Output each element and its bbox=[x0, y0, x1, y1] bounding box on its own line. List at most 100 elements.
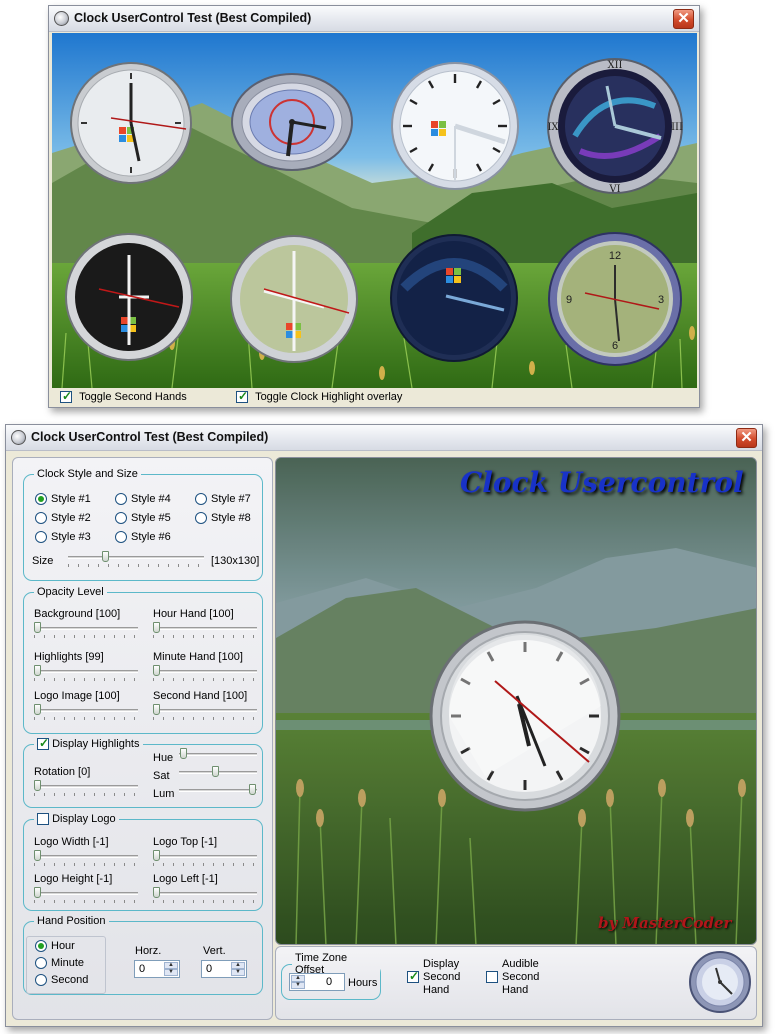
background-opacity-slider[interactable] bbox=[34, 622, 138, 638]
style-option-1[interactable]: Style #1 bbox=[35, 493, 91, 506]
hand-option-label: Minute bbox=[51, 957, 85, 969]
style-option-2[interactable]: Style #2 bbox=[35, 512, 91, 525]
toggle-highlight-overlay[interactable]: Toggle Clock Highlight overlay bbox=[236, 389, 403, 404]
style-option-radio[interactable] bbox=[115, 493, 127, 506]
second-hand-opacity-label: Second Hand [100] bbox=[153, 690, 248, 702]
mini-clock-icon[interactable] bbox=[688, 950, 752, 1014]
logo-width-slider[interactable] bbox=[34, 850, 138, 866]
display-second-hand-label: Display Second Hand bbox=[423, 958, 461, 996]
numeral-9: 9 bbox=[566, 294, 572, 306]
horz-spinner[interactable]: 0 ▲ ▼ bbox=[134, 960, 180, 978]
toggle-second-hands-checkbox[interactable] bbox=[60, 389, 72, 404]
highlights-opacity-label: Highlights [99] bbox=[34, 651, 104, 663]
numeral-xii: XII bbox=[607, 60, 622, 71]
style-option-radio[interactable] bbox=[35, 512, 47, 525]
logo-width-label: Logo Width [-1] bbox=[34, 836, 109, 848]
style-option-8[interactable]: Style #8 bbox=[195, 512, 251, 525]
second-hand-opacity-slider[interactable] bbox=[153, 704, 257, 720]
window-top: Clock UserControl Test (Best Compiled) ✕ bbox=[48, 5, 700, 408]
close-button[interactable]: ✕ bbox=[736, 428, 757, 448]
style-option-radio[interactable] bbox=[115, 512, 127, 525]
style-option-radio[interactable] bbox=[115, 531, 127, 544]
toggle-highlight-overlay-checkbox[interactable] bbox=[236, 389, 248, 404]
display-highlights-label: Display Highlights bbox=[52, 738, 140, 750]
logo-image-opacity-slider[interactable] bbox=[34, 704, 138, 720]
clock-style-4[interactable]: XII III VI IX bbox=[545, 56, 685, 196]
hand-option-label: Second bbox=[51, 974, 89, 986]
tz-down-arrow-icon[interactable]: ▼ bbox=[291, 982, 305, 989]
titlebar-bottom[interactable]: Clock UserControl Test (Best Compiled) ✕ bbox=[6, 425, 762, 451]
hand-option-second[interactable]: Second bbox=[35, 974, 89, 987]
clock-style-7[interactable] bbox=[389, 233, 519, 363]
hand-option-radio[interactable] bbox=[35, 957, 47, 970]
preview-clock[interactable] bbox=[427, 618, 623, 814]
style-option-7[interactable]: Style #7 bbox=[195, 493, 251, 506]
clock-style-5[interactable] bbox=[64, 232, 194, 362]
highlights-opacity-slider[interactable] bbox=[34, 665, 138, 681]
display-logo-checkbox[interactable] bbox=[37, 813, 49, 826]
horz-value: 0 bbox=[139, 963, 146, 975]
clock-style-2[interactable] bbox=[230, 70, 354, 174]
vert-down-arrow-icon[interactable]: ▼ bbox=[231, 969, 245, 976]
close-button[interactable]: ✕ bbox=[673, 9, 694, 29]
numeral-3: 3 bbox=[658, 294, 664, 306]
style-option-6[interactable]: Style #6 bbox=[115, 531, 171, 544]
style-option-radio[interactable] bbox=[35, 531, 47, 544]
display-second-hand-checkbox[interactable] bbox=[407, 969, 419, 983]
display-second-hand-option[interactable]: Display Second Hand bbox=[407, 958, 481, 1002]
time-zone-spinner[interactable]: 0 ▲ ▼ bbox=[289, 973, 345, 991]
style-option-3[interactable]: Style #3 bbox=[35, 531, 91, 544]
horz-down-arrow-icon[interactable]: ▼ bbox=[164, 969, 178, 976]
style-option-radio[interactable] bbox=[35, 493, 47, 506]
clock-style-8[interactable]: 12 3 6 9 bbox=[546, 230, 684, 368]
tz-up-arrow-icon[interactable]: ▲ bbox=[291, 975, 305, 982]
display-highlights-checkbox[interactable] bbox=[37, 736, 49, 751]
hand-option-radio[interactable] bbox=[35, 974, 47, 987]
size-value: [130x130] bbox=[211, 555, 260, 567]
clock-style-3[interactable] bbox=[390, 61, 520, 191]
style-option-5[interactable]: Style #5 bbox=[115, 512, 171, 525]
preview-credit: by MasterCoder bbox=[598, 914, 732, 932]
vert-up-arrow-icon[interactable]: ▲ bbox=[231, 962, 245, 969]
logo-top-label: Logo Top [-1] bbox=[153, 836, 218, 848]
style-option-label: Style #7 bbox=[211, 493, 251, 505]
size-slider[interactable] bbox=[68, 551, 204, 567]
toggle-highlight-overlay-label: Toggle Clock Highlight overlay bbox=[255, 391, 403, 403]
numeral-vi: VI bbox=[608, 184, 620, 195]
audible-second-hand-checkbox[interactable] bbox=[486, 971, 498, 983]
group-hand-position-legend: Hand Position bbox=[37, 915, 106, 927]
style-option-label: Style #1 bbox=[51, 493, 91, 505]
style-option-label: Style #2 bbox=[51, 512, 91, 524]
titlebar-top[interactable]: Clock UserControl Test (Best Compiled) ✕ bbox=[49, 6, 699, 32]
style-option-radio[interactable] bbox=[195, 512, 207, 525]
logo-height-slider[interactable] bbox=[34, 887, 138, 903]
vert-spinner[interactable]: 0 ▲ ▼ bbox=[201, 960, 247, 978]
style-option-label: Style #3 bbox=[51, 531, 91, 543]
hue-label: Hue bbox=[153, 752, 174, 764]
clock-gallery: XII III VI IX 12 3 6 9 bbox=[52, 33, 697, 388]
hour-hand-opacity-slider[interactable] bbox=[153, 622, 257, 638]
toggle-second-hands[interactable]: Toggle Second Hands bbox=[60, 389, 187, 404]
clock-style-1[interactable] bbox=[69, 61, 193, 185]
hue-slider[interactable] bbox=[179, 748, 257, 764]
audible-second-hand-option[interactable]: Audible Second Hand bbox=[486, 958, 560, 1002]
sat-slider[interactable] bbox=[179, 766, 257, 782]
logo-top-slider[interactable] bbox=[153, 850, 257, 866]
style-option-4[interactable]: Style #4 bbox=[115, 493, 171, 506]
logo-left-slider[interactable] bbox=[153, 887, 257, 903]
time-zone-value: 0 bbox=[326, 976, 333, 988]
time-zone-unit: Hours bbox=[348, 977, 378, 989]
hand-option-hour[interactable]: Hour bbox=[35, 940, 75, 953]
clock-style-6[interactable] bbox=[229, 234, 359, 364]
minute-hand-opacity-slider[interactable] bbox=[153, 665, 257, 681]
group-highlights-legend[interactable]: Display Highlights bbox=[34, 736, 143, 751]
group-logo-legend[interactable]: Display Logo bbox=[34, 813, 119, 826]
lum-slider[interactable] bbox=[179, 784, 257, 800]
clock-icon bbox=[54, 11, 69, 26]
hand-option-minute[interactable]: Minute bbox=[35, 957, 85, 970]
logo-image-opacity-label: Logo Image [100] bbox=[34, 690, 120, 702]
rotation-slider[interactable] bbox=[34, 780, 138, 796]
style-option-radio[interactable] bbox=[195, 493, 207, 506]
hand-option-radio[interactable] bbox=[35, 940, 47, 953]
horz-up-arrow-icon[interactable]: ▲ bbox=[164, 962, 178, 969]
